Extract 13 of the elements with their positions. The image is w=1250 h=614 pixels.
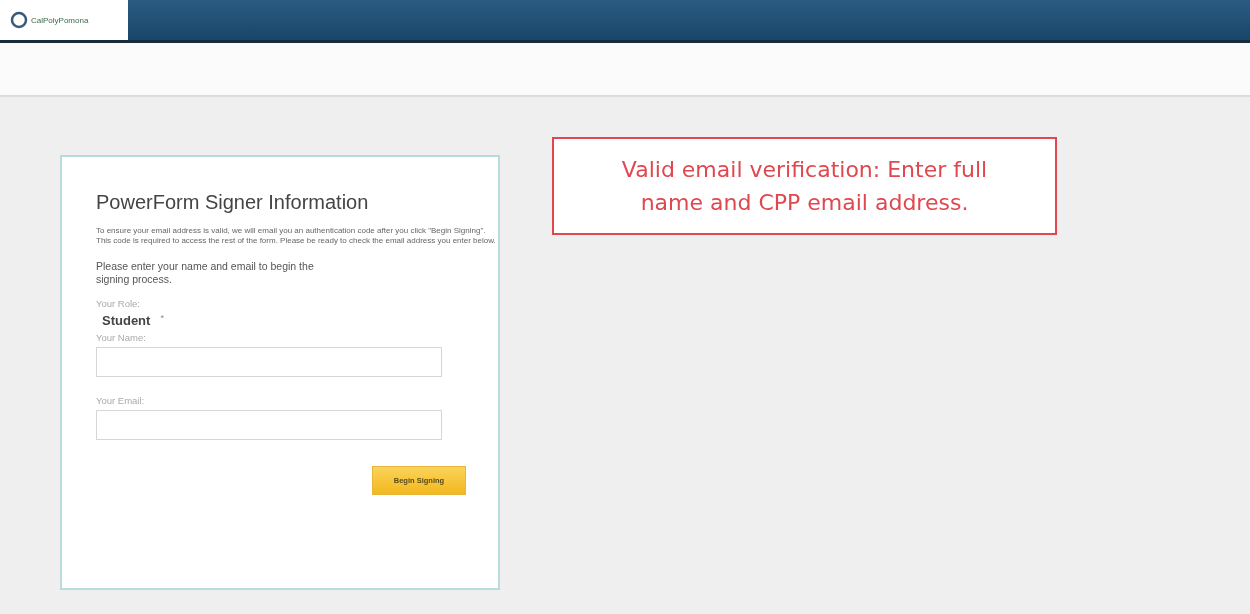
field-label: Your Email:	[96, 395, 146, 406]
required-mark: *	[160, 313, 164, 325]
logo-text: CalPolyPomona	[31, 15, 89, 25]
input-field[interactable]	[96, 347, 442, 377]
logo-ring-icon	[10, 11, 28, 29]
form-title: PowerForm Signer Information	[96, 191, 370, 214]
instruction-text: Please enter your name and email to begin the signing process.	[96, 260, 315, 286]
field-label: Your Role:	[96, 298, 141, 309]
role-value: Student	[102, 313, 151, 328]
notice-text: To ensure your email address is valid, we will email you an authentication code after you click "Begin Signing". This code is required to access the rest of the form. Please be ready to check the email address you enter below.	[96, 226, 496, 246]
callout-note: Valid email verification: Enter full name and CPP email address.	[552, 137, 1057, 235]
field-label: Your Name:	[96, 332, 147, 343]
input-field[interactable]	[96, 410, 442, 440]
